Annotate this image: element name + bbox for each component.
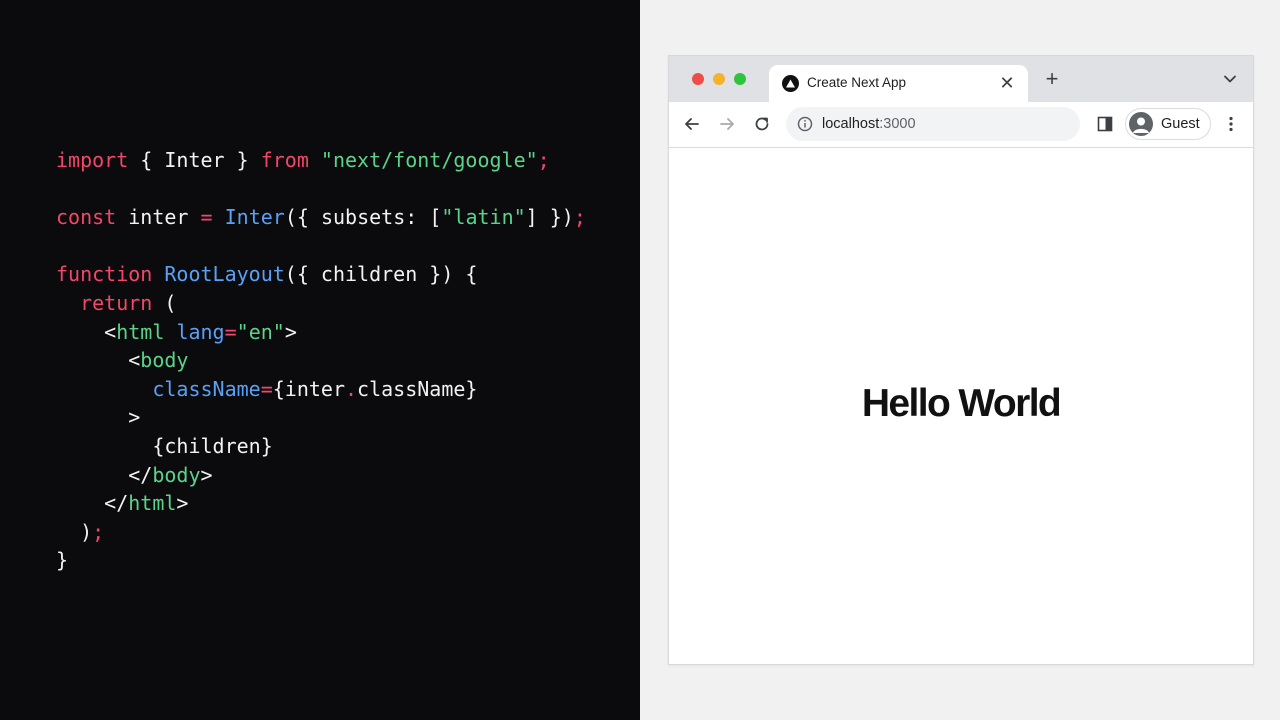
code-token: "en" bbox=[236, 319, 285, 344]
reload-icon[interactable] bbox=[752, 114, 772, 134]
avatar-icon bbox=[1129, 112, 1153, 136]
nextjs-triangle-icon bbox=[782, 75, 799, 92]
code-token: Inter bbox=[224, 205, 285, 230]
maximize-window-button[interactable] bbox=[734, 73, 746, 85]
chevron-down-icon[interactable] bbox=[1223, 72, 1237, 86]
browser-tab[interactable]: Create Next App ✕ bbox=[769, 65, 1028, 102]
code-block: import { Inter } from "next/font/google"… bbox=[56, 146, 586, 575]
code-token: lang bbox=[176, 319, 225, 344]
code-line: </html> bbox=[56, 489, 586, 518]
code-line: <html lang="en"> bbox=[56, 318, 586, 347]
code-token: ; bbox=[573, 205, 586, 230]
code-token: ({ subsets: [ bbox=[284, 205, 442, 230]
code-token: className} bbox=[357, 376, 478, 401]
code-token: = bbox=[200, 205, 213, 230]
code-token: body bbox=[152, 462, 201, 487]
forward-arrow-icon[interactable] bbox=[717, 114, 737, 134]
close-icon[interactable]: ✕ bbox=[996, 72, 1018, 94]
address-bar[interactable]: localhost:3000 bbox=[786, 107, 1080, 141]
info-icon[interactable] bbox=[797, 116, 813, 132]
back-arrow-icon[interactable] bbox=[682, 114, 702, 134]
code-token: html bbox=[116, 319, 165, 344]
code-token: return bbox=[80, 290, 153, 315]
code-token: "latin" bbox=[441, 205, 526, 230]
code-line: const inter = Inter({ subsets: ["latin"]… bbox=[56, 203, 586, 232]
code-token: inter bbox=[116, 205, 201, 230]
tab-title: Create Next App bbox=[807, 75, 907, 90]
page-viewport: Hello World bbox=[669, 148, 1253, 664]
code-token: ({ children }) { bbox=[284, 262, 478, 287]
code-line: {children} bbox=[56, 432, 586, 461]
side-panel-icon[interactable] bbox=[1097, 116, 1113, 132]
page-heading: Hello World bbox=[861, 382, 1062, 425]
code-token: . bbox=[345, 376, 358, 401]
code-token: RootLayout bbox=[164, 262, 285, 287]
code-line: > bbox=[56, 403, 586, 432]
code-token: > bbox=[56, 405, 141, 430]
close-window-button[interactable] bbox=[692, 73, 704, 85]
more-vert-icon[interactable] bbox=[1221, 114, 1241, 134]
minimize-window-button[interactable] bbox=[713, 73, 725, 85]
url-text: localhost:3000 bbox=[822, 116, 916, 132]
url-port: :3000 bbox=[879, 116, 916, 132]
url-host: localhost bbox=[822, 116, 880, 132]
code-line: } bbox=[56, 546, 586, 575]
code-token: </ bbox=[56, 462, 153, 487]
code-token: < bbox=[56, 319, 117, 344]
plus-icon[interactable]: + bbox=[1041, 68, 1063, 90]
code-token: import bbox=[56, 148, 129, 172]
code-line: className={inter.className} bbox=[56, 375, 586, 404]
code-token: = bbox=[260, 376, 273, 401]
code-token: function bbox=[56, 262, 153, 287]
code-token: > bbox=[176, 491, 189, 516]
code-token: ; bbox=[92, 519, 105, 544]
code-token: body bbox=[140, 348, 189, 373]
code-token: "next/font/google" bbox=[308, 148, 538, 172]
browser-toolbar: localhost:3000 Guest bbox=[669, 102, 1253, 148]
code-token: ] }) bbox=[525, 205, 574, 230]
code-line: </body> bbox=[56, 461, 586, 490]
profile-label: Guest bbox=[1161, 116, 1200, 132]
browser-window: Create Next App ✕ + localhost:3000 Guest… bbox=[668, 55, 1254, 665]
code-token: < bbox=[56, 348, 141, 373]
code-token: ( bbox=[152, 290, 177, 315]
code-token: ; bbox=[537, 148, 550, 172]
code-token: {inter bbox=[272, 376, 345, 401]
code-token: = bbox=[224, 319, 237, 344]
code-token: {children} bbox=[56, 433, 273, 458]
tab-strip: Create Next App ✕ + bbox=[669, 56, 1253, 102]
code-token: html bbox=[128, 491, 177, 516]
code-token: } bbox=[56, 548, 69, 573]
code-token: className bbox=[152, 376, 261, 401]
code-token: </ bbox=[56, 491, 129, 516]
code-line: return ( bbox=[56, 289, 586, 318]
code-token: > bbox=[284, 319, 297, 344]
code-line: function RootLayout({ children }) { bbox=[56, 260, 586, 289]
code-token: ) bbox=[56, 519, 93, 544]
code-token: const bbox=[56, 205, 117, 230]
code-line: <body bbox=[56, 346, 586, 375]
code-token: { Inter } bbox=[128, 148, 261, 172]
code-token: from bbox=[260, 148, 309, 172]
profile-button[interactable]: Guest bbox=[1125, 108, 1211, 140]
code-panel: import { Inter } from "next/font/google"… bbox=[0, 0, 640, 720]
code-token: > bbox=[200, 462, 213, 487]
code-line: ); bbox=[56, 518, 586, 547]
code-line: import { Inter } from "next/font/google"… bbox=[56, 146, 586, 175]
